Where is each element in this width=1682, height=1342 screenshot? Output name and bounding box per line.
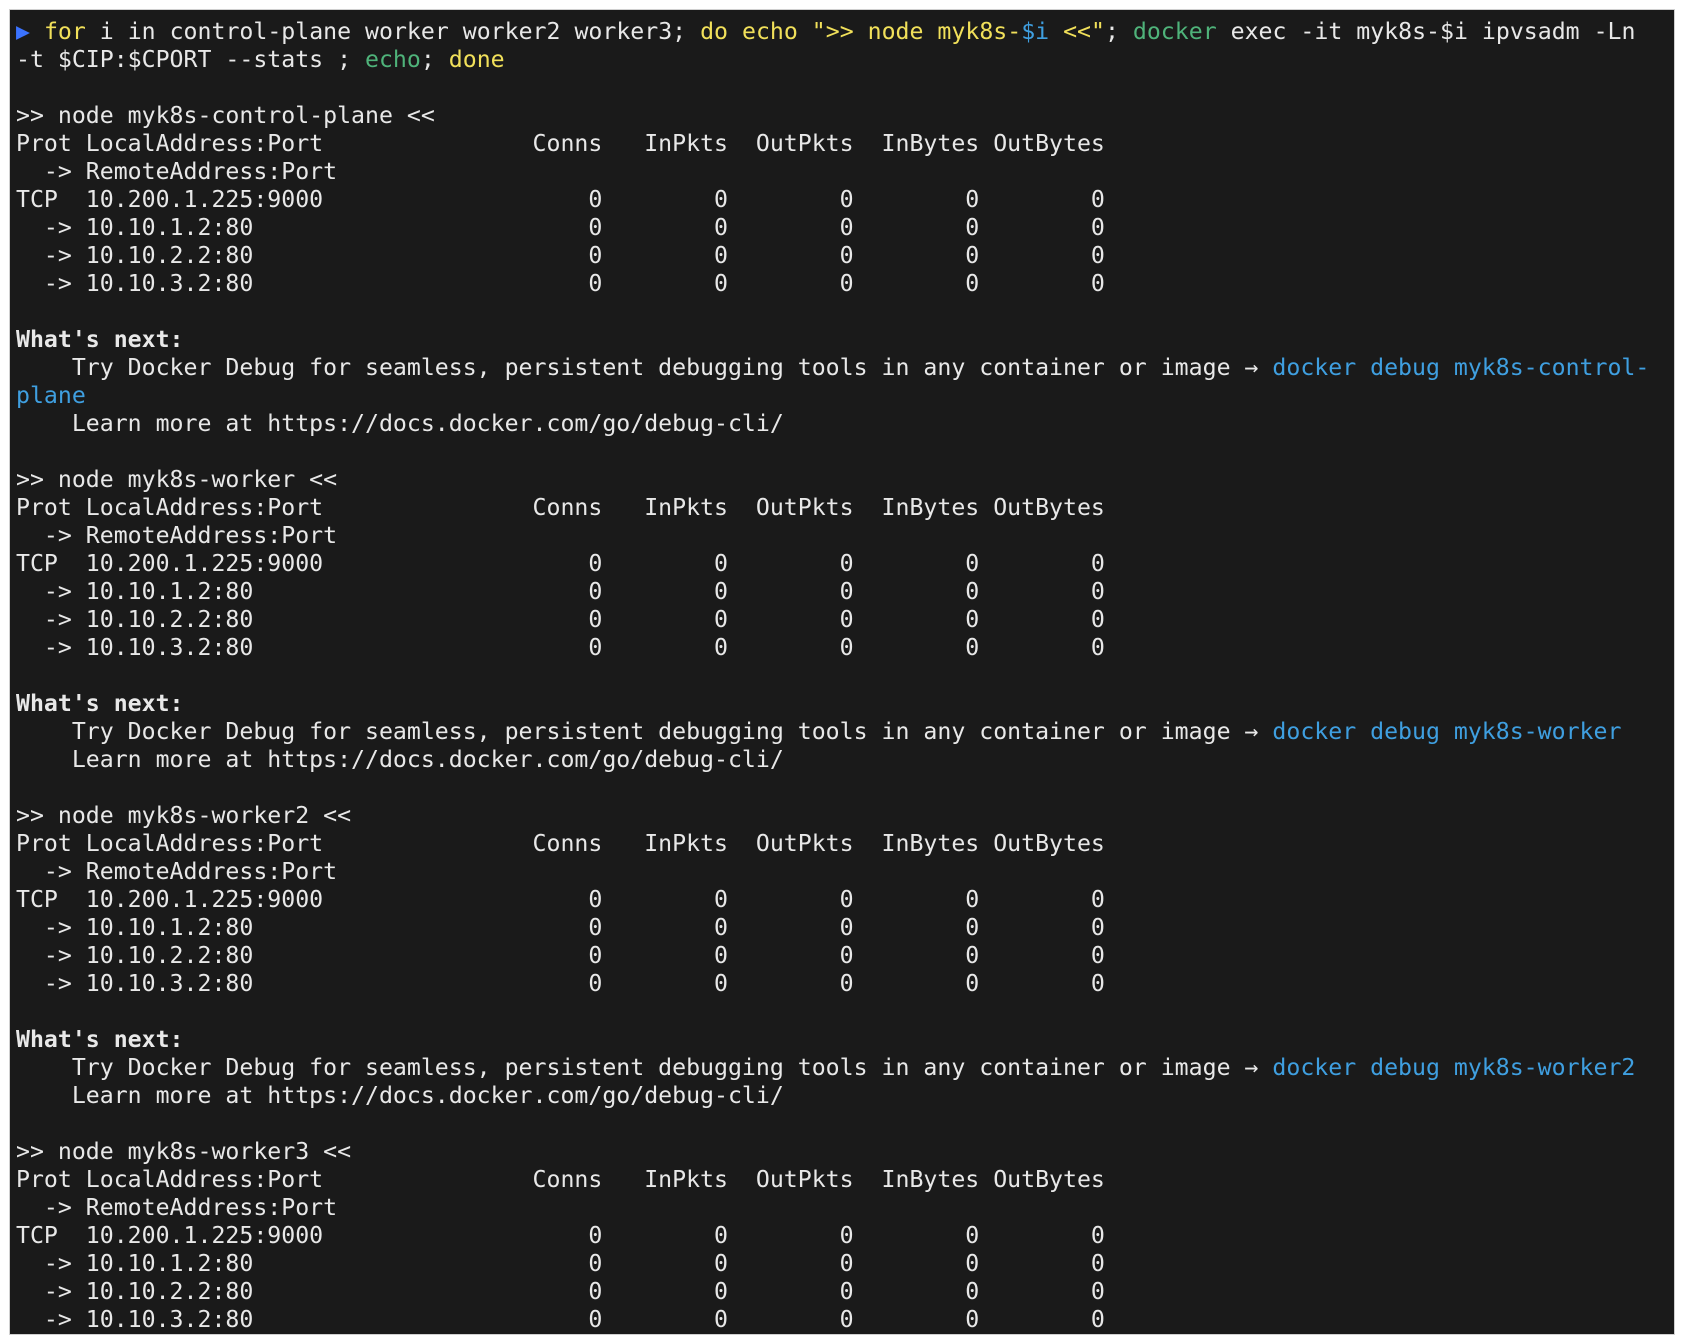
- learn-more-link[interactable]: Learn more at https://docs.docker.com/go…: [16, 746, 1674, 774]
- debug-hint: Try Docker Debug for seamless, persisten…: [16, 718, 1622, 745]
- table-header: Prot LocalAddress:Port Conns InPkts OutP…: [16, 1166, 1105, 1193]
- table-row: -> 10.10.2.2:80 0 0 0 0 0: [16, 606, 1105, 633]
- table-header: Prot LocalAddress:Port Conns InPkts OutP…: [16, 494, 1105, 521]
- echo-command: echo: [365, 46, 421, 73]
- debug-command-link[interactable]: docker debug myk8s-worker2: [1272, 1054, 1635, 1081]
- table-row: -> 10.10.1.2:80 0 0 0 0 0: [16, 578, 1105, 605]
- table-row: -> 10.10.3.2:80 0 0 0 0 0: [16, 1306, 1105, 1333]
- kw-done: done: [448, 46, 505, 73]
- table-row: -> 10.10.2.2:80 0 0 0 0 0: [16, 942, 1105, 969]
- echo-string-open: ">> node myk8s-: [811, 18, 1022, 45]
- table-row: -> 10.10.3.2:80 0 0 0 0 0: [16, 634, 1105, 661]
- table-row: -> 10.10.2.2:80 0 0 0 0 0: [16, 242, 1105, 269]
- table-row: TCP 10.200.1.225:9000 0 0 0 0 0: [16, 550, 1105, 577]
- node-title: >> node myk8s-worker2 <<: [16, 802, 352, 829]
- table-row: TCP 10.200.1.225:9000 0 0 0 0 0: [16, 186, 1105, 213]
- terminal-window[interactable]: ▶ for i in control-plane worker worker2 …: [10, 10, 1674, 1334]
- node-title: >> node myk8s-control-plane <<: [16, 102, 435, 129]
- debug-command-link-wrap[interactable]: plane: [16, 382, 1674, 410]
- debug-command-link[interactable]: docker debug myk8s-worker: [1272, 718, 1621, 745]
- whats-next-heading: What's next:: [16, 690, 184, 717]
- debug-command-link[interactable]: docker debug myk8s-control-: [1272, 354, 1649, 381]
- debug-hint: Try Docker Debug for seamless, persisten…: [16, 1054, 1636, 1081]
- table-row: -> 10.10.1.2:80 0 0 0 0 0: [16, 1250, 1105, 1277]
- node-title: >> node myk8s-worker3 <<: [16, 1138, 352, 1165]
- table-row: -> 10.10.2.2:80 0 0 0 0 0: [16, 1278, 1105, 1305]
- whats-next-heading: What's next:: [16, 1026, 184, 1053]
- table-header: Prot LocalAddress:Port Conns InPkts OutP…: [16, 830, 1105, 857]
- docker-command: docker: [1132, 18, 1217, 45]
- prompt-icon: ▶: [16, 18, 30, 45]
- table-row: -> 10.10.3.2:80 0 0 0 0 0: [16, 970, 1105, 997]
- command-line-2: -t $CIP:$CPORT --stats ; echo; done: [16, 46, 505, 73]
- table-row: -> 10.10.1.2:80 0 0 0 0 0: [16, 914, 1105, 941]
- table-subheader: -> RemoteAddress:Port: [16, 158, 338, 185]
- echo-builtin: echo: [741, 18, 798, 45]
- table-row: TCP 10.200.1.225:9000 0 0 0 0 0: [16, 886, 1105, 913]
- debug-hint: Try Docker Debug for seamless, persisten…: [16, 354, 1650, 381]
- node-title: >> node myk8s-worker <<: [16, 466, 338, 493]
- table-row: TCP 10.200.1.225:9000 0 0 0 0 0: [16, 1222, 1105, 1249]
- command-line-1: ▶ for i in control-plane worker worker2 …: [16, 18, 1636, 45]
- learn-more-link[interactable]: Learn more at https://docs.docker.com/go…: [16, 410, 1674, 438]
- echo-string-close: <<": [1049, 18, 1105, 45]
- kw-for: for: [43, 18, 86, 45]
- table-subheader: -> RemoteAddress:Port: [16, 522, 338, 549]
- table-row: -> 10.10.1.2:80 0 0 0 0 0: [16, 214, 1105, 241]
- table-subheader: -> RemoteAddress:Port: [16, 858, 338, 885]
- table-header: Prot LocalAddress:Port Conns InPkts OutP…: [16, 130, 1105, 157]
- echo-variable: $i: [1021, 18, 1050, 45]
- table-subheader: -> RemoteAddress:Port: [16, 1194, 338, 1221]
- whats-next-heading: What's next:: [16, 326, 184, 353]
- kw-do: do: [700, 18, 729, 45]
- table-row: -> 10.10.3.2:80 0 0 0 0 0: [16, 270, 1105, 297]
- learn-more-link[interactable]: Learn more at https://docs.docker.com/go…: [16, 1082, 1674, 1110]
